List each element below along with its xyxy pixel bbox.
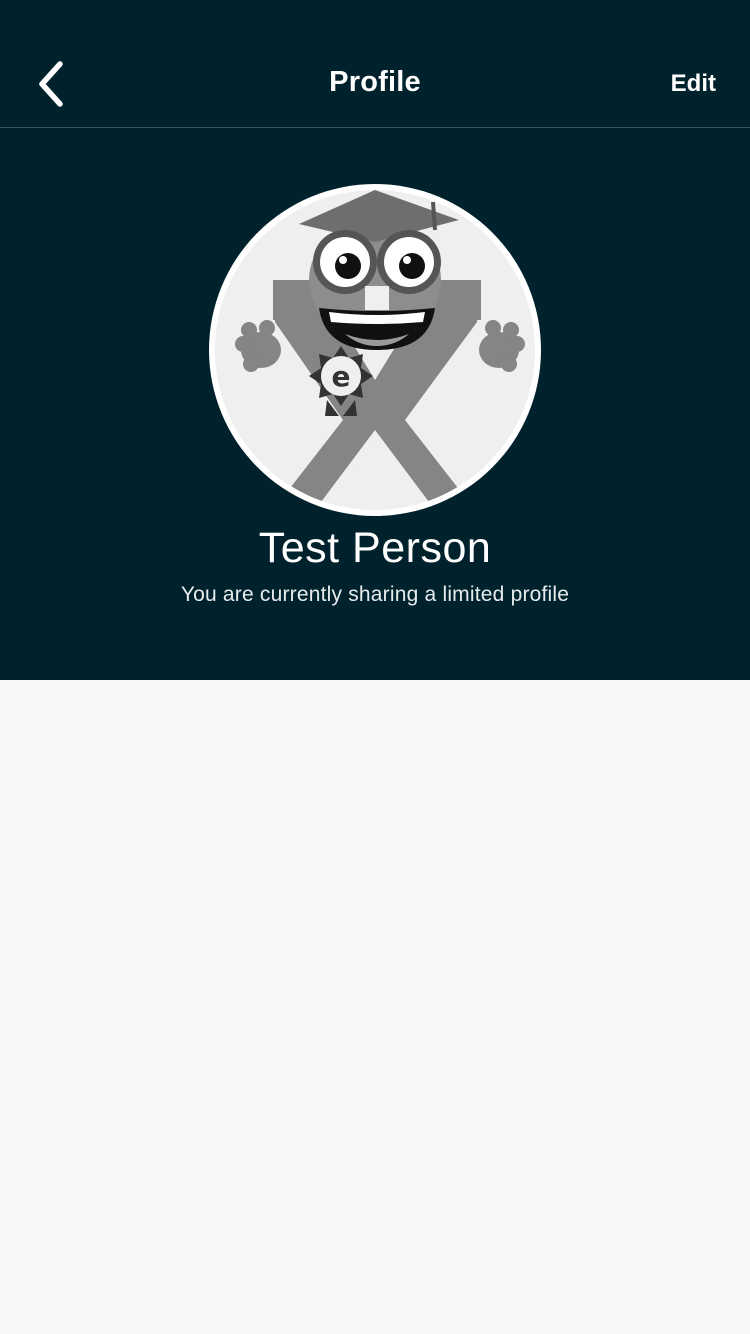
edit-button[interactable]: Edit <box>671 70 716 98</box>
avatar: e <box>209 184 541 516</box>
profile-screen: Profile Edit e Test Person You are curre… <box>0 0 750 1334</box>
profile-content <box>0 680 750 1334</box>
svg-text:e: e <box>332 360 351 393</box>
navigation-bar: Profile Edit <box>0 0 750 128</box>
profile-name: Test Person <box>258 524 492 572</box>
page-title: Profile <box>329 66 421 98</box>
profile-header: e Test Person You are currently sharing … <box>0 128 750 680</box>
profile-sharing-status: You are currently sharing a limited prof… <box>180 583 570 606</box>
mascot-avatar-icon: e <box>215 190 535 510</box>
